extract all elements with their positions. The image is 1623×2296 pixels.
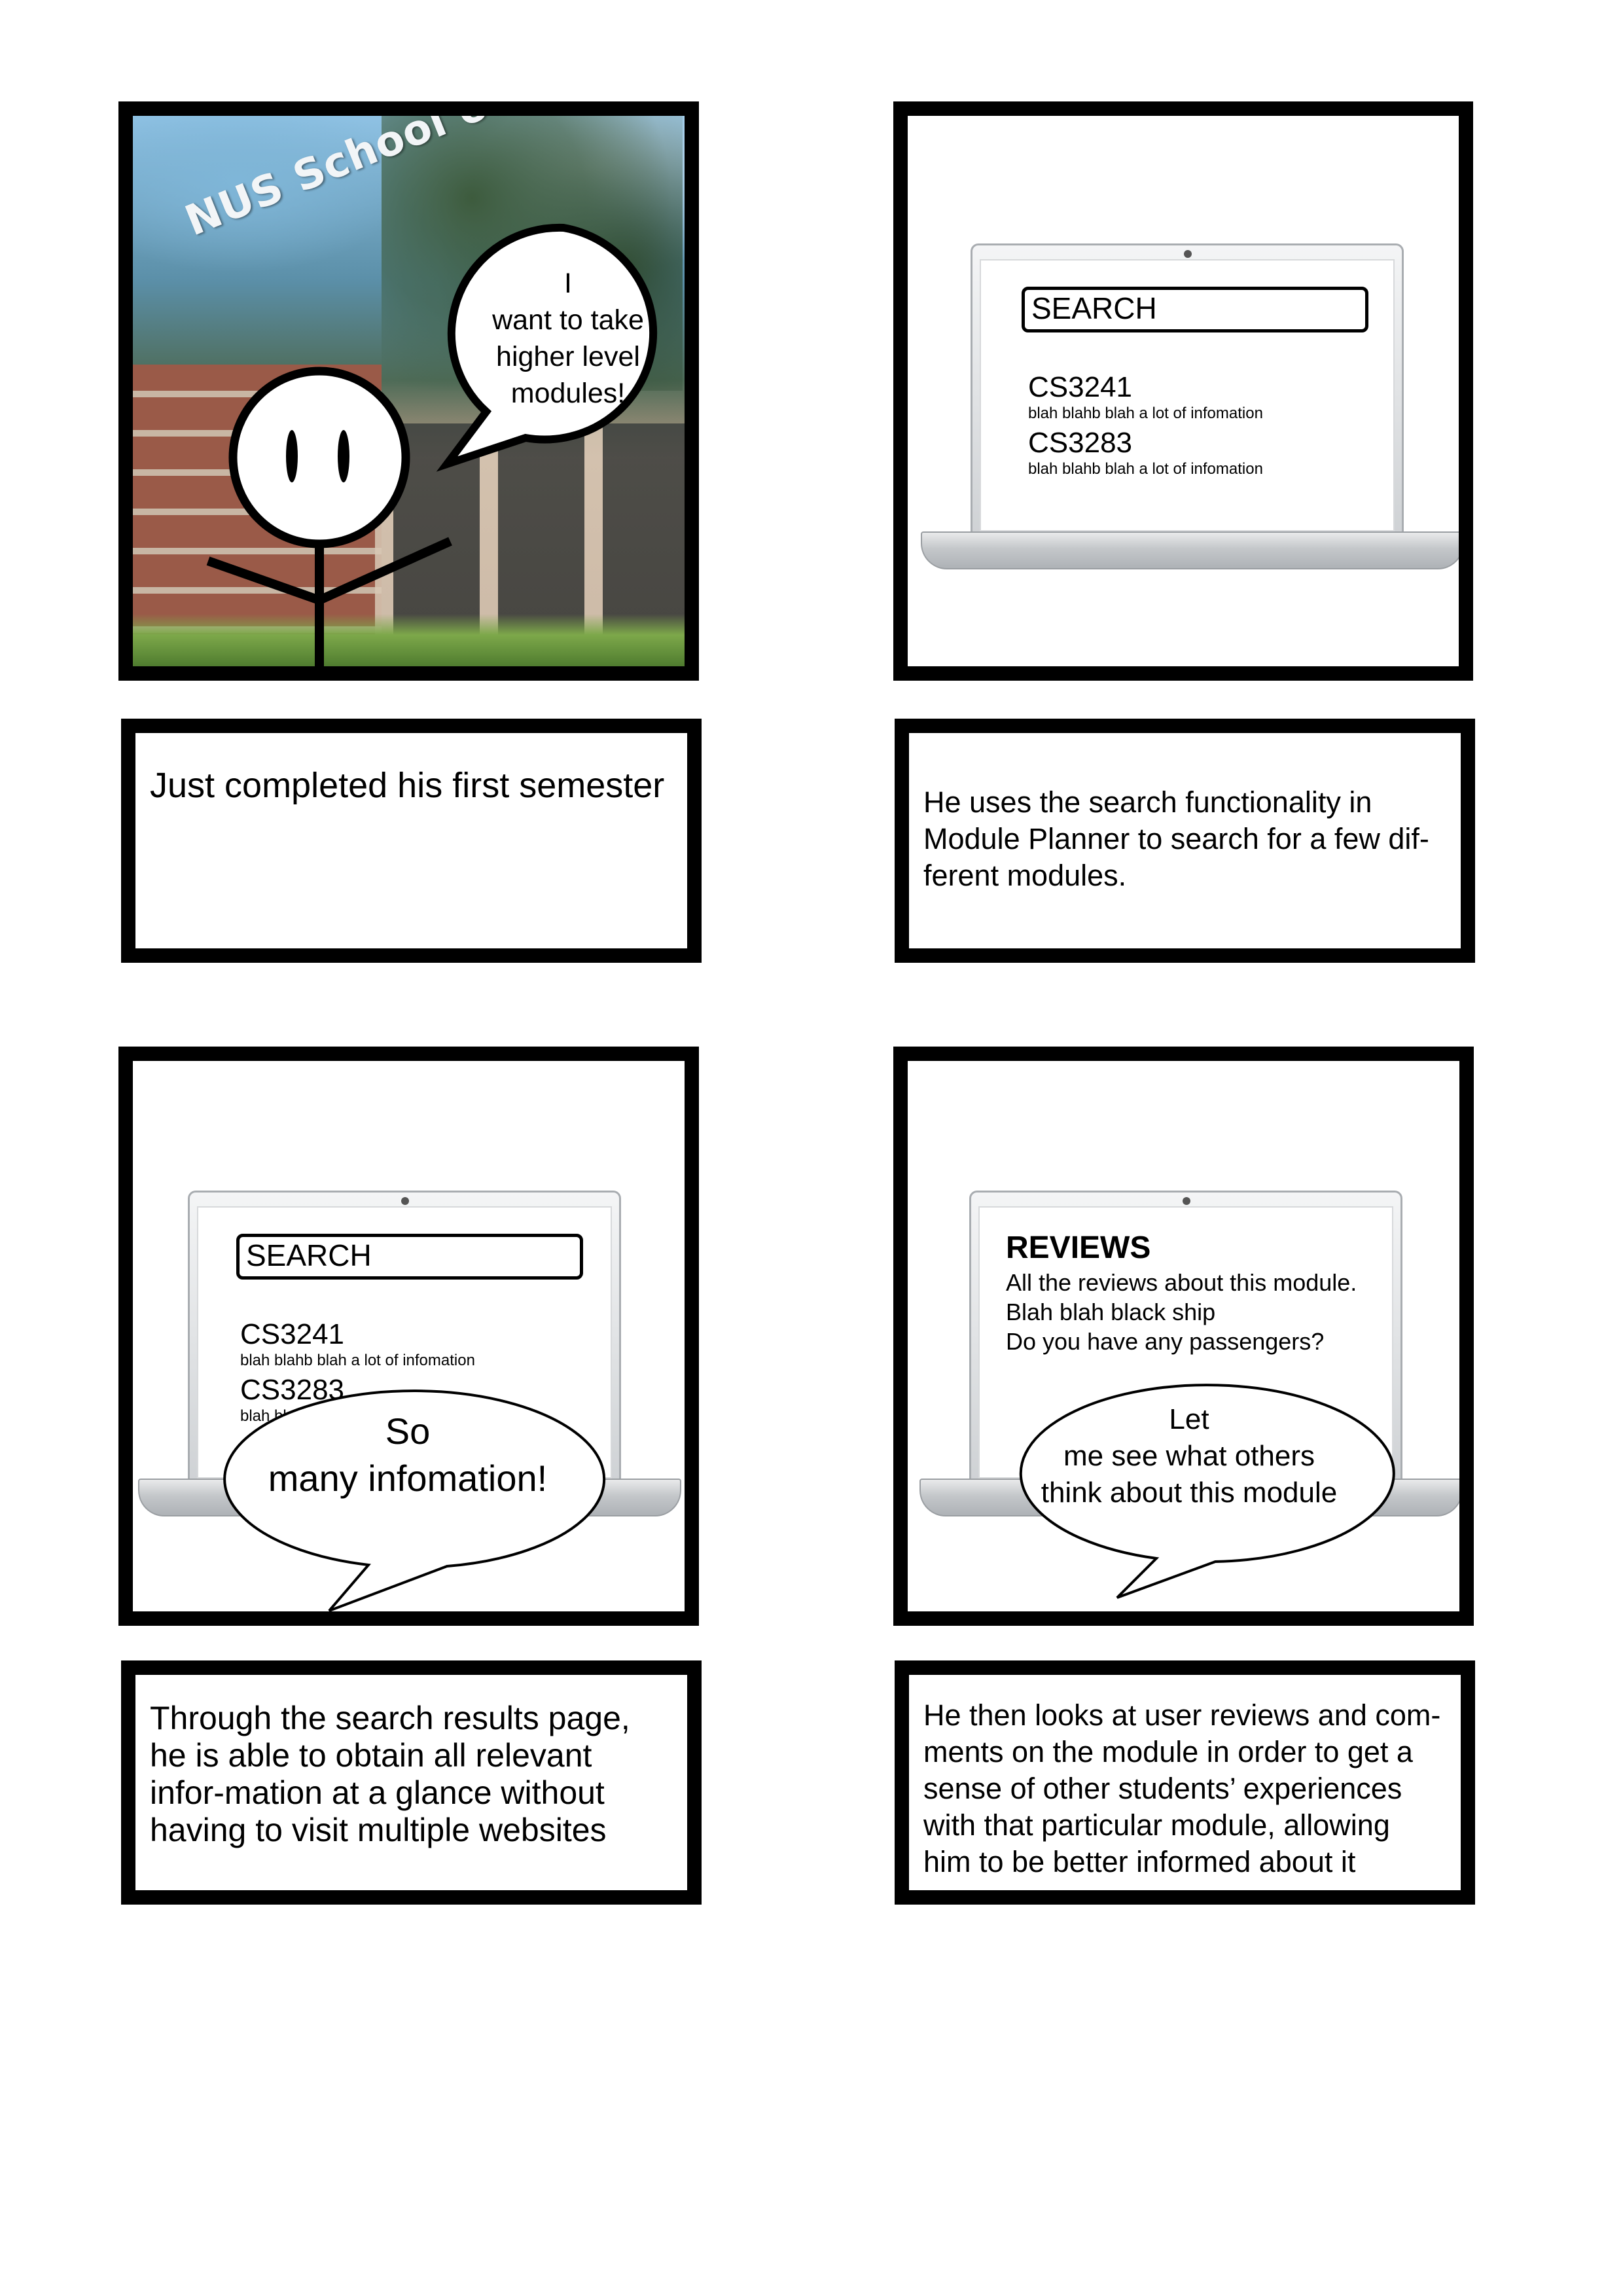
laptop: SEARCH CS3241 blah blahb blah a lot of i… bbox=[921, 243, 1459, 571]
comic-panel-1: NUS School of Computing I want to take h… bbox=[118, 101, 699, 681]
comic-panel-2: SEARCH CS3241 blah blahb blah a lot of i… bbox=[893, 101, 1473, 681]
speech-bubble-4-text: Let me see what others think about this … bbox=[1041, 1403, 1338, 1509]
laptop-screen: SEARCH CS3241 blah blahb blah a lot of i… bbox=[980, 259, 1395, 531]
speech-bubble-4 bbox=[1019, 1384, 1395, 1599]
speech-bubble-1-text: I want to take higher level modules! bbox=[492, 268, 644, 409]
comic-panel-4: REVIEWS All the reviews about this modul… bbox=[893, 1047, 1474, 1626]
camera-icon bbox=[1184, 250, 1192, 258]
caption-2: He uses the search functionality in Modu… bbox=[895, 719, 1475, 963]
speech-bubble-3 bbox=[223, 1390, 606, 1611]
laptop-base bbox=[921, 531, 1459, 569]
caption-3: Through the search results page, he is a… bbox=[121, 1660, 702, 1905]
result-code[interactable]: CS3241 bbox=[1028, 372, 1132, 403]
comic-panel-3: SEARCH CS3241 blah blahb blah a lot of i… bbox=[118, 1047, 699, 1626]
stick-figure-head bbox=[228, 367, 410, 548]
caption-1: Just completed his first semester bbox=[121, 719, 702, 963]
speech-bubble-3-text: So many infomation! bbox=[268, 1410, 548, 1499]
search-input[interactable]: SEARCH bbox=[1022, 287, 1368, 332]
result-info: blah blahb blah a lot of infomation bbox=[1028, 404, 1263, 422]
result-info: blah blahb blah a lot of infomation bbox=[1028, 460, 1263, 478]
result-code[interactable]: CS3283 bbox=[1028, 427, 1132, 459]
caption-4: He then looks at user reviews and com-me… bbox=[895, 1660, 1475, 1905]
